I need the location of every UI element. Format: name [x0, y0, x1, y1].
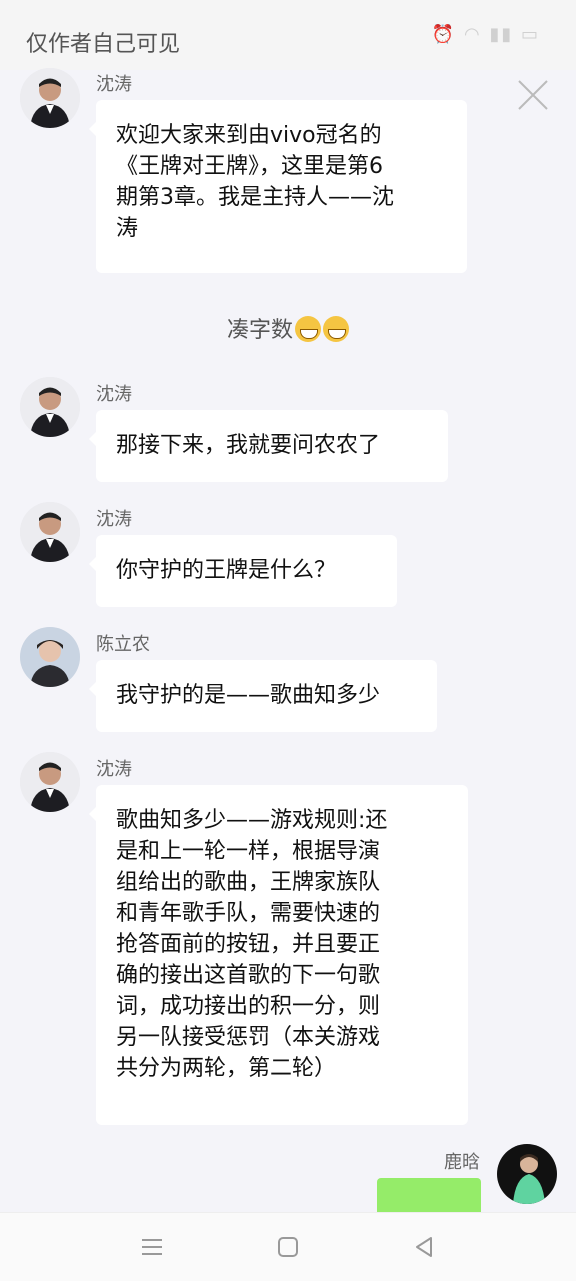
message-text: 欢迎大家来到由vivo冠名的 《王牌对王牌》，这里是第6 期第3章。我是主持人—… [116, 123, 394, 241]
signal-icon: ▮▮ [489, 24, 514, 45]
person-avatar-icon [20, 752, 80, 812]
back-button[interactable] [410, 1233, 438, 1261]
avatar-luhan[interactable] [497, 1144, 557, 1204]
person-avatar-icon [20, 502, 80, 562]
sender-name: 沈涛 [96, 759, 132, 780]
battery-icon: ▭ [520, 24, 540, 45]
sender-name: 沈涛 [96, 384, 132, 405]
avatar-shentao[interactable] [20, 68, 80, 128]
message-bubble[interactable]: 那接下来，我就要问农农了 [89, 410, 448, 482]
avatar-shentao[interactable] [20, 377, 80, 437]
menu-icon [142, 1239, 162, 1255]
system-message-text: 凑字数 [226, 318, 293, 343]
grin-emoji-icon [323, 316, 349, 342]
avatar-shentao[interactable] [20, 752, 80, 812]
home-button[interactable] [274, 1233, 302, 1261]
message-bubble[interactable]: 歌曲知多少——游戏规则:还 是和上一轮一样，根据导演 组给出的歌曲，王牌家族队 … [89, 785, 468, 1125]
alarm-icon: ⏰ [431, 24, 457, 45]
close-icon [518, 80, 548, 110]
person-avatar-icon [20, 377, 80, 437]
sender-name: 鹿晗 [444, 1152, 480, 1173]
message-bubble[interactable]: 欢迎大家来到由vivo冠名的 《王牌对王牌》，这里是第6 期第3章。我是主持人—… [89, 100, 467, 273]
message-text: 我守护的是——歌曲知多少 [116, 683, 381, 708]
close-button[interactable] [514, 76, 552, 114]
person-avatar-icon [20, 627, 80, 687]
avatar-shentao[interactable] [20, 502, 80, 562]
sender-name: 陈立农 [96, 634, 150, 655]
system-nav-bar [0, 1212, 576, 1281]
wifi-icon: ◠ [463, 24, 482, 45]
system-message: 凑字数 [0, 312, 576, 344]
grin-emoji-icon [295, 316, 321, 342]
visibility-label: 仅作者自己可见 [26, 32, 181, 57]
message-bubble[interactable]: 我守护的是——歌曲知多少 [89, 660, 437, 732]
menu-button[interactable] [138, 1233, 166, 1261]
sender-name: 沈涛 [96, 74, 132, 95]
person-avatar-icon [20, 68, 80, 128]
status-icons: ⏰ ◠ ▮▮ ▭ [432, 24, 540, 45]
avatar-chenlinong[interactable] [20, 627, 80, 687]
status-bar: 仅作者自己可见 ⏰ ◠ ▮▮ ▭ [0, 0, 576, 70]
message-text: 你守护的王牌是什么？ [116, 558, 337, 583]
message-text: 那接下来，我就要问农农了 [116, 433, 381, 458]
home-icon [278, 1237, 298, 1257]
back-icon [416, 1237, 432, 1257]
sender-name: 沈涛 [96, 509, 132, 530]
person-avatar-icon [497, 1144, 557, 1204]
message-text: 歌曲知多少——游戏规则:还 是和上一轮一样，根据导演 组给出的歌曲，王牌家族队 … [116, 808, 388, 1081]
message-bubble[interactable]: 你守护的王牌是什么？ [89, 535, 397, 607]
